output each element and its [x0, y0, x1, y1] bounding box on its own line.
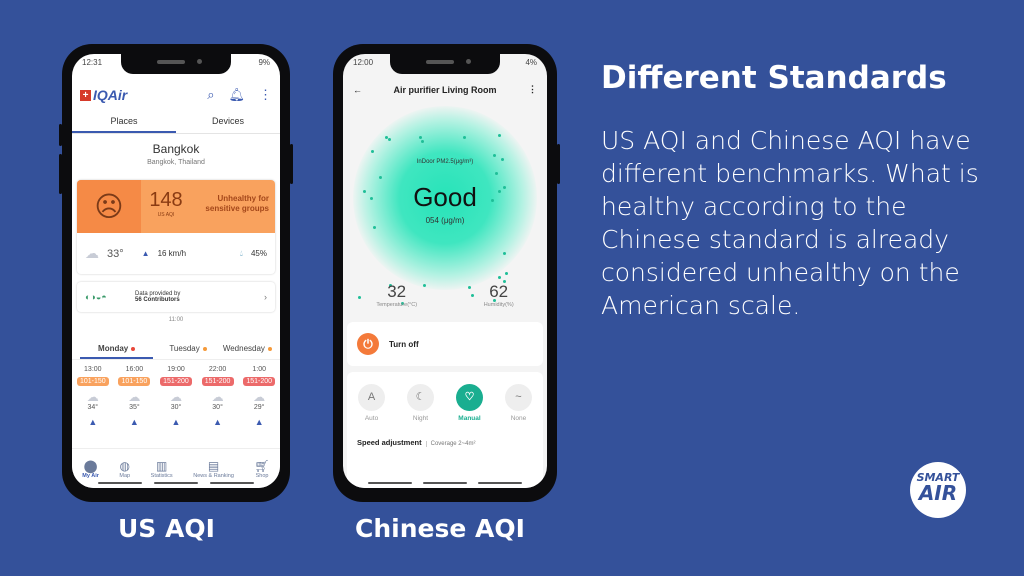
back-arrow-icon[interactable]: ← [353, 85, 362, 95]
forecast-item: 16:00 101-150 ☁ 35° ▲ [116, 366, 152, 427]
particle-dot [388, 138, 391, 141]
nav-item[interactable]: ◍ Map [119, 459, 130, 479]
contributor-logos: ◐◑◒◓ [85, 292, 107, 302]
tab-devices[interactable]: Devices [176, 110, 280, 133]
chevron-right-icon: › [264, 292, 267, 302]
temperature-value: 32 [387, 282, 407, 301]
phone-chinese-aqi: 12:00 4% ← Air purifier Living Room ⋮ InDoo… [333, 44, 560, 502]
cloud-icon: ☁ [169, 390, 182, 404]
particle-dot [503, 252, 506, 255]
particle-dot [371, 150, 374, 153]
particle-dot [505, 272, 508, 275]
slide-title: Different Standards [601, 60, 947, 96]
nav-item[interactable]: 🛒︎ Shop [254, 459, 269, 479]
power-icon: ⏻ [357, 333, 379, 355]
forecast-item: 1:00 151-200 ☁ 29° ▲ [241, 366, 277, 427]
particle-dot [373, 226, 376, 229]
particle-dot [419, 136, 422, 139]
status-time: 12:00 [353, 58, 374, 67]
face-icon: ☹ [77, 180, 141, 233]
cloud-icon: ☁ [86, 390, 99, 404]
wind-icon: ▲ [88, 417, 98, 427]
iqair-logo: + IQAir [80, 87, 127, 103]
particle-dot [495, 172, 498, 175]
forecast-item: 19:00 151-200 ☁ 30° ▲ [158, 366, 194, 427]
more-icon[interactable]: ⋮ [528, 84, 537, 95]
nav-item[interactable]: ▥ Statistics [151, 459, 173, 479]
bell-icon[interactable]: 🔔︎ [228, 87, 245, 103]
wind-icon: ▲ [141, 249, 150, 258]
caption-us-aqi: US AQI [118, 514, 215, 543]
status-time: 12:31 [82, 58, 103, 67]
turn-off-button[interactable]: ⏻ Turn off [347, 322, 543, 366]
iqair-screen: 12:31 9% + IQAir ⌕ 🔔︎ ⋮ Places Devices Bangko… [72, 54, 280, 488]
mode-auto[interactable]: A Auto [358, 384, 385, 422]
mode-night[interactable]: ☾ Night [407, 384, 434, 422]
caption-chinese-aqi: Chinese AQI [355, 514, 525, 543]
mode-none[interactable]: ~ None [505, 384, 532, 422]
particle-dot [421, 140, 424, 143]
wind-icon: ▲ [129, 417, 139, 427]
particle-dot [498, 134, 501, 137]
air-status: Good [413, 182, 477, 212]
particle-dot [379, 176, 382, 179]
particle-dot [498, 276, 501, 279]
city-name: Bangkok [152, 142, 200, 156]
cloud-icon: ☁ [85, 245, 99, 261]
aqi-status: Unhealthy for sensitive groups [205, 194, 269, 213]
wind-icon: ▲ [171, 417, 181, 427]
cloud-icon: ☁ [253, 390, 266, 404]
more-icon[interactable]: ⋮ [259, 87, 272, 103]
particle-dot [493, 154, 496, 157]
page-title: Air purifier Living Room [393, 84, 497, 95]
day-tab[interactable]: Tuesday [169, 344, 207, 359]
smart-air-logo: SMART AIR [910, 462, 966, 518]
tab-places[interactable]: Places [72, 110, 176, 133]
pm-value: 054 (μg/m) [425, 216, 465, 225]
day-tab[interactable]: Monday [80, 344, 154, 359]
aqi-value: 148 [149, 189, 183, 211]
contributors-row[interactable]: ◐◑◒◓ Data provided by 56 Contributors › [77, 282, 275, 312]
nav-item[interactable]: ⬤ My Air [82, 459, 99, 479]
humidity-icon: 💧︎ [239, 248, 243, 258]
mode-manual[interactable]: ♡ Manual [456, 384, 483, 422]
wind-icon: ▲ [254, 417, 264, 427]
forecast-item: 22:00 151-200 ☁ 30° ▲ [200, 366, 236, 427]
wind-icon: ▲ [213, 417, 223, 427]
nav-item[interactable]: ▤ News & Ranking [193, 459, 234, 479]
humidity-value: 62 [489, 282, 509, 301]
aqi-card[interactable]: ☹ 148 US AQI Unhealthy for sensitive grou… [77, 180, 275, 274]
purifier-screen: 12:00 4% ← Air purifier Living Room ⋮ InDoo… [343, 54, 547, 488]
speed-adjustment: Speed adjustment Coverage 2~4m² [357, 438, 476, 447]
forecast-item: 13:00 101-150 ☁ 34° ▲ [75, 366, 111, 427]
particle-dot [463, 136, 466, 139]
search-icon[interactable]: ⌕ [207, 87, 214, 103]
slide-body: US AQI and Chinese AQI have different be… [601, 126, 979, 320]
status-battery: 9% [258, 58, 270, 67]
cloud-icon: ☁ [128, 390, 141, 404]
day-tab[interactable]: Wednesday [223, 344, 272, 359]
phone-us-aqi: 12:31 9% + IQAir ⌕ 🔔︎ ⋮ Places Devices Bangko… [59, 44, 293, 502]
city-region: Bangkok, Thailand [147, 159, 205, 166]
cloud-icon: ☁ [211, 390, 224, 404]
